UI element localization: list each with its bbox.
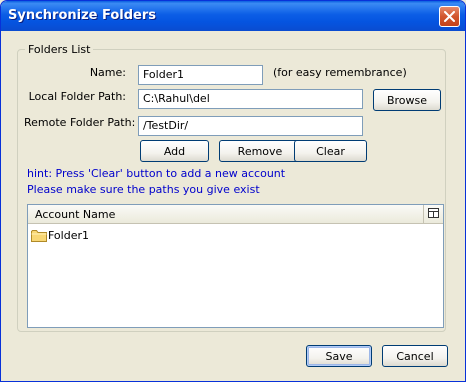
folder-icon: [31, 229, 47, 242]
remote-path-label: Remote Folder Path:: [24, 116, 136, 129]
close-icon: [444, 11, 455, 22]
local-path-input[interactable]: C:\Rahul\del: [138, 89, 363, 109]
local-path-label: Local Folder Path:: [28, 90, 126, 103]
dialog-window: Synchronize Folders Folders List Name: F…: [0, 0, 466, 382]
table-header: Account Name: [28, 205, 443, 224]
remove-button[interactable]: Remove: [219, 140, 301, 162]
title-bar[interactable]: Synchronize Folders: [1, 1, 465, 31]
accounts-table[interactable]: Account Name Folder1: [27, 204, 444, 328]
window-title: Synchronize Folders: [8, 8, 157, 23]
column-picker-button[interactable]: [423, 205, 443, 223]
save-button[interactable]: Save: [306, 345, 372, 367]
row-account-name: Folder1: [48, 228, 89, 242]
close-button[interactable]: [439, 6, 460, 27]
browse-button[interactable]: Browse: [373, 89, 441, 111]
name-label: Name:: [89, 66, 126, 79]
hint-paths-text: Please make sure the paths you give exis…: [27, 183, 260, 196]
dialog-body: Folders List Name: Folder1 (for easy rem…: [4, 31, 462, 379]
remote-path-input[interactable]: /TestDir/: [138, 116, 363, 136]
name-note: (for easy remembrance): [273, 66, 407, 79]
table-row[interactable]: Folder1: [31, 227, 89, 243]
name-input[interactable]: Folder1: [138, 65, 263, 85]
add-button[interactable]: Add: [140, 140, 209, 162]
column-picker-icon: [428, 208, 439, 218]
clear-button[interactable]: Clear: [294, 140, 367, 162]
cancel-button[interactable]: Cancel: [382, 345, 448, 367]
group-legend: Folders List: [25, 43, 94, 56]
column-header-account-name[interactable]: Account Name: [35, 208, 115, 221]
hint-text: hint: Press 'Clear' button to add a new …: [27, 167, 286, 180]
